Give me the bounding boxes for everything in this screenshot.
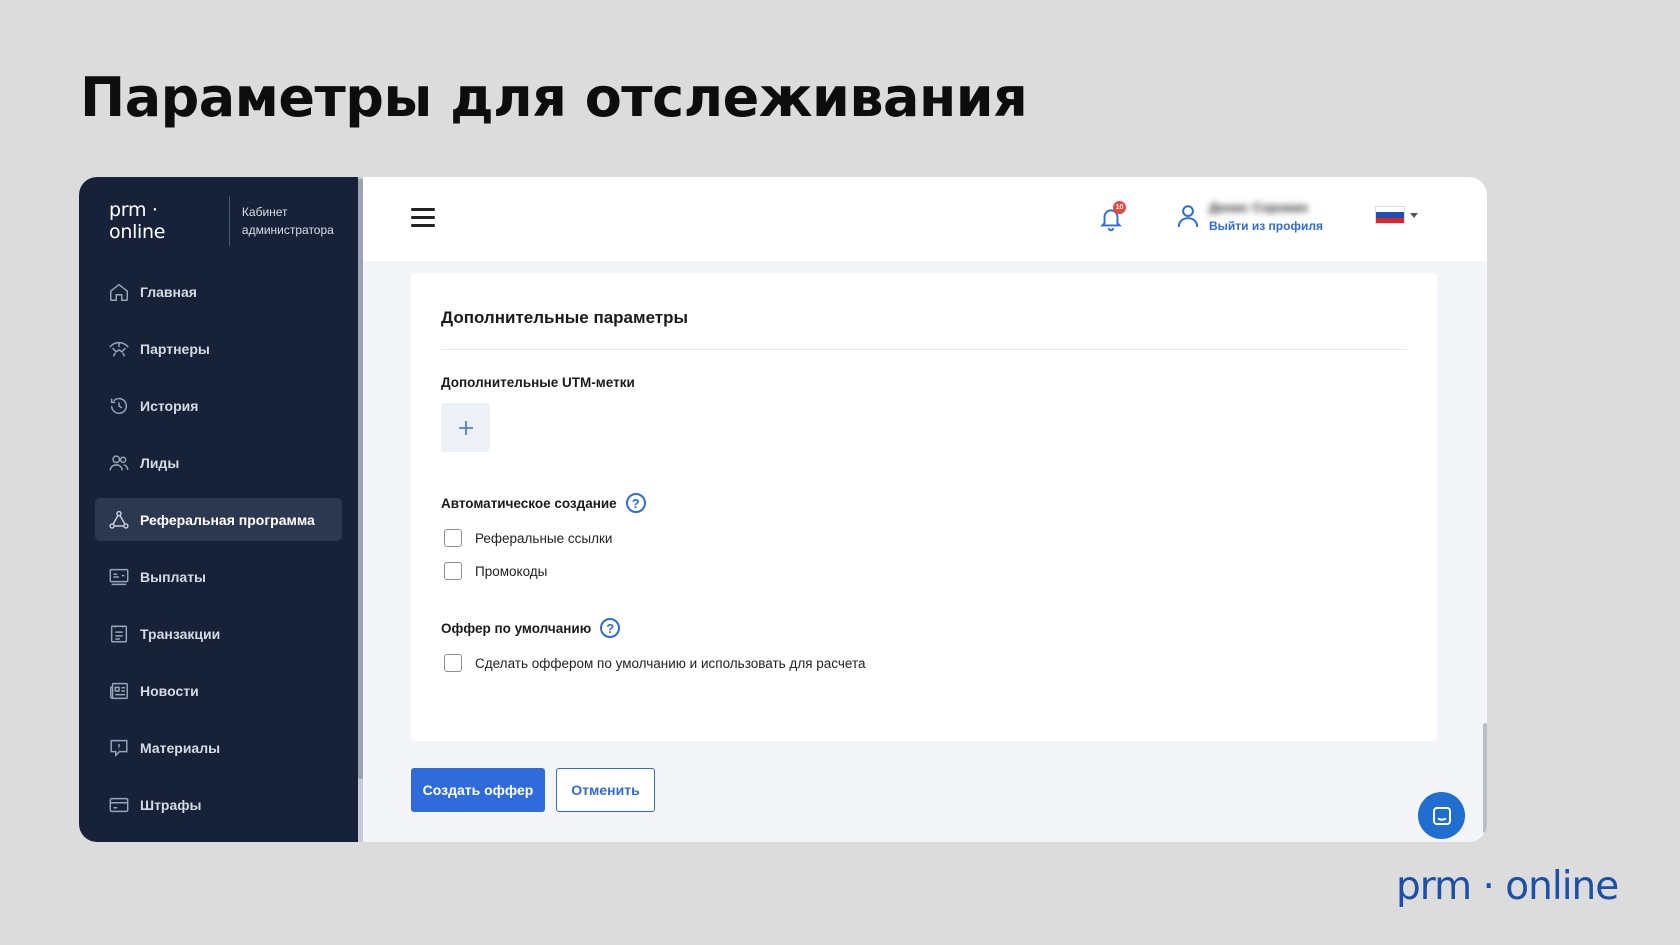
sidebar-item-fines[interactable]: Штрафы (95, 783, 342, 826)
notifications-button[interactable]: 10 (1098, 201, 1126, 233)
top-bar: 10 Денис Сорокин Выйти из профиля (363, 177, 1487, 261)
user-icon (1177, 205, 1199, 227)
referral-links-option[interactable]: Реферальные ссылки (441, 529, 1407, 547)
home-icon (108, 281, 130, 303)
checkbox-label: Реферальные ссылки (475, 530, 613, 546)
history-icon (108, 395, 130, 417)
referral-links-checkbox[interactable] (444, 529, 462, 547)
cancel-button[interactable]: Отменить (556, 768, 655, 812)
sidebar-item-transactions[interactable]: Транзакции (95, 612, 342, 655)
main-scrollbar-thumb[interactable] (1483, 723, 1487, 833)
russia-flag-icon (1375, 206, 1405, 224)
brand-logo[interactable]: prm · online (109, 199, 216, 243)
user-profile[interactable]: Денис Сорокин Выйти из профиля (1175, 199, 1323, 233)
sidebar-item-partners[interactable]: Партнеры (95, 327, 342, 370)
slide-title: Параметры для отслеживания (80, 66, 1028, 129)
checkbox-label: Промокоды (475, 563, 548, 579)
default-offer-option[interactable]: Сделать оффером по умолчанию и использов… (441, 654, 1407, 672)
transactions-icon (108, 623, 130, 645)
brand-divider (228, 196, 230, 246)
sidebar-item-label: Реферальная программа (140, 511, 315, 528)
main-area: 10 Денис Сорокин Выйти из профиля Дополн… (363, 177, 1487, 842)
language-selector[interactable] (1375, 206, 1418, 224)
logout-link[interactable]: Выйти из профиля (1209, 219, 1323, 233)
promocodes-checkbox[interactable] (444, 562, 462, 580)
plus-icon (458, 420, 473, 435)
sidebar-item-label: Новости (140, 682, 199, 699)
handshake-icon (108, 338, 130, 360)
sidebar-item-label: Транзакции (140, 625, 221, 642)
menu-icon[interactable] (411, 208, 435, 228)
sidebar-item-label: Штрафы (140, 796, 202, 813)
sidebar-item-payouts[interactable]: Выплаты (95, 555, 342, 598)
checkbox-label: Сделать оффером по умолчанию и использов… (475, 655, 866, 671)
sidebar-item-label: Партнеры (140, 340, 210, 357)
sidebar-item-label: История (140, 397, 199, 414)
sidebar: prm · online Кабинет администратора Глав… (79, 177, 363, 842)
auto-create-label: Автоматическое создание (441, 495, 617, 511)
caret-down-icon (1410, 212, 1418, 218)
default-offer-section: Оффер по умолчанию ? (441, 618, 1407, 638)
default-offer-label: Оффер по умолчанию (441, 620, 592, 636)
chat-button[interactable] (1418, 792, 1465, 839)
notification-badge: 10 (1113, 201, 1126, 214)
news-icon (108, 680, 130, 702)
sidebar-header: prm · online Кабинет администратора (79, 177, 358, 247)
sidebar-item-leads[interactable]: Лиды (95, 441, 342, 484)
app-window: prm · online Кабинет администратора Глав… (79, 177, 1487, 842)
sidebar-item-label: Лиды (140, 454, 180, 471)
card-title: Дополнительные параметры (441, 308, 689, 327)
sidebar-item-news[interactable]: Новости (95, 669, 342, 712)
sidebar-item-home[interactable]: Главная (95, 270, 342, 313)
sidebar-item-label: Главная (140, 283, 197, 300)
utm-label: Дополнительные UTM-метки (441, 375, 635, 390)
auto-create-section: Автоматическое создание ? (441, 493, 1407, 513)
help-icon[interactable]: ? (625, 493, 646, 513)
payout-icon (108, 566, 130, 588)
users-icon (108, 452, 130, 474)
card-icon (108, 794, 130, 816)
sidebar-item-referral[interactable]: Реферальная программа (95, 498, 342, 541)
chat-icon (1432, 806, 1451, 825)
sidebar-item-materials[interactable]: Материалы (95, 726, 342, 769)
materials-icon (108, 737, 130, 759)
add-utm-button[interactable] (441, 403, 490, 452)
sidebar-item-history[interactable]: История (95, 384, 342, 427)
default-offer-checkbox[interactable] (444, 654, 462, 672)
sidebar-item-label: Выплаты (140, 568, 207, 585)
create-offer-button[interactable]: Создать оффер (411, 768, 545, 812)
sidebar-item-label: Материалы (140, 739, 221, 756)
cabinet-label: Кабинет администратора (241, 205, 334, 237)
promocodes-option[interactable]: Промокоды (441, 562, 1407, 580)
card-divider (441, 349, 1407, 350)
referral-icon (108, 509, 130, 531)
help-icon[interactable]: ? (600, 618, 621, 638)
additional-params-card: Дополнительные параметры Дополнительные … (411, 273, 1437, 741)
footer-brand-logo: prm · online (1396, 864, 1619, 909)
sidebar-nav: Главная Партнеры История Лиды Реферальна… (79, 270, 358, 826)
user-name: Денис Сорокин (1209, 200, 1308, 215)
